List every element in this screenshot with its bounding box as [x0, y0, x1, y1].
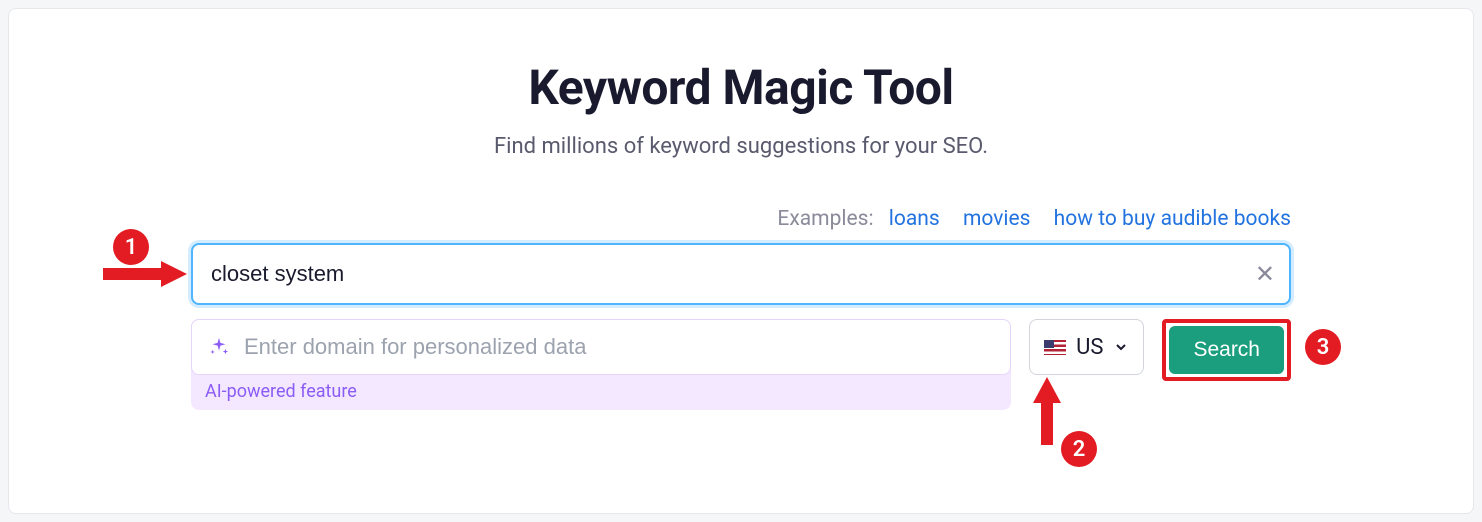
search-button-highlight: Search	[1162, 319, 1291, 381]
arrow-right-icon	[101, 259, 187, 289]
annotation-badge-3: 3	[1305, 329, 1341, 365]
keyword-input[interactable]	[191, 243, 1291, 305]
annotation-badge-2: 2	[1061, 431, 1097, 467]
domain-section: AI-powered feature	[191, 319, 1011, 410]
clear-icon[interactable]: ✕	[1255, 262, 1275, 286]
country-code: US	[1076, 335, 1103, 360]
main-card: Keyword Magic Tool Find millions of keyw…	[8, 8, 1474, 514]
us-flag-icon	[1044, 340, 1066, 355]
search-button[interactable]: Search	[1169, 326, 1284, 374]
domain-input[interactable]	[244, 334, 994, 360]
arrow-up-icon	[1029, 377, 1065, 447]
domain-input-box	[191, 319, 1011, 375]
sparkle-icon	[208, 336, 230, 358]
page-title: Keyword Magic Tool	[49, 59, 1433, 116]
examples-label: Examples:	[777, 207, 873, 231]
example-link-loans[interactable]: loans	[889, 207, 940, 231]
ai-feature-label: AI-powered feature	[191, 375, 1011, 402]
country-select[interactable]: US	[1029, 319, 1144, 375]
examples-row: Examples: loans movies how to buy audibl…	[191, 207, 1291, 231]
bottom-row: AI-powered feature US Search 3 2	[191, 319, 1291, 410]
example-link-movies[interactable]: movies	[963, 207, 1031, 231]
keyword-search-row: 1 ✕	[191, 243, 1291, 305]
search-button-container: Search 3	[1162, 319, 1291, 381]
page-subtitle: Find millions of keyword suggestions for…	[49, 134, 1433, 159]
example-link-audible[interactable]: how to buy audible books	[1054, 207, 1291, 231]
content-wrap: Examples: loans movies how to buy audibl…	[191, 207, 1291, 410]
chevron-down-icon	[1113, 339, 1129, 355]
